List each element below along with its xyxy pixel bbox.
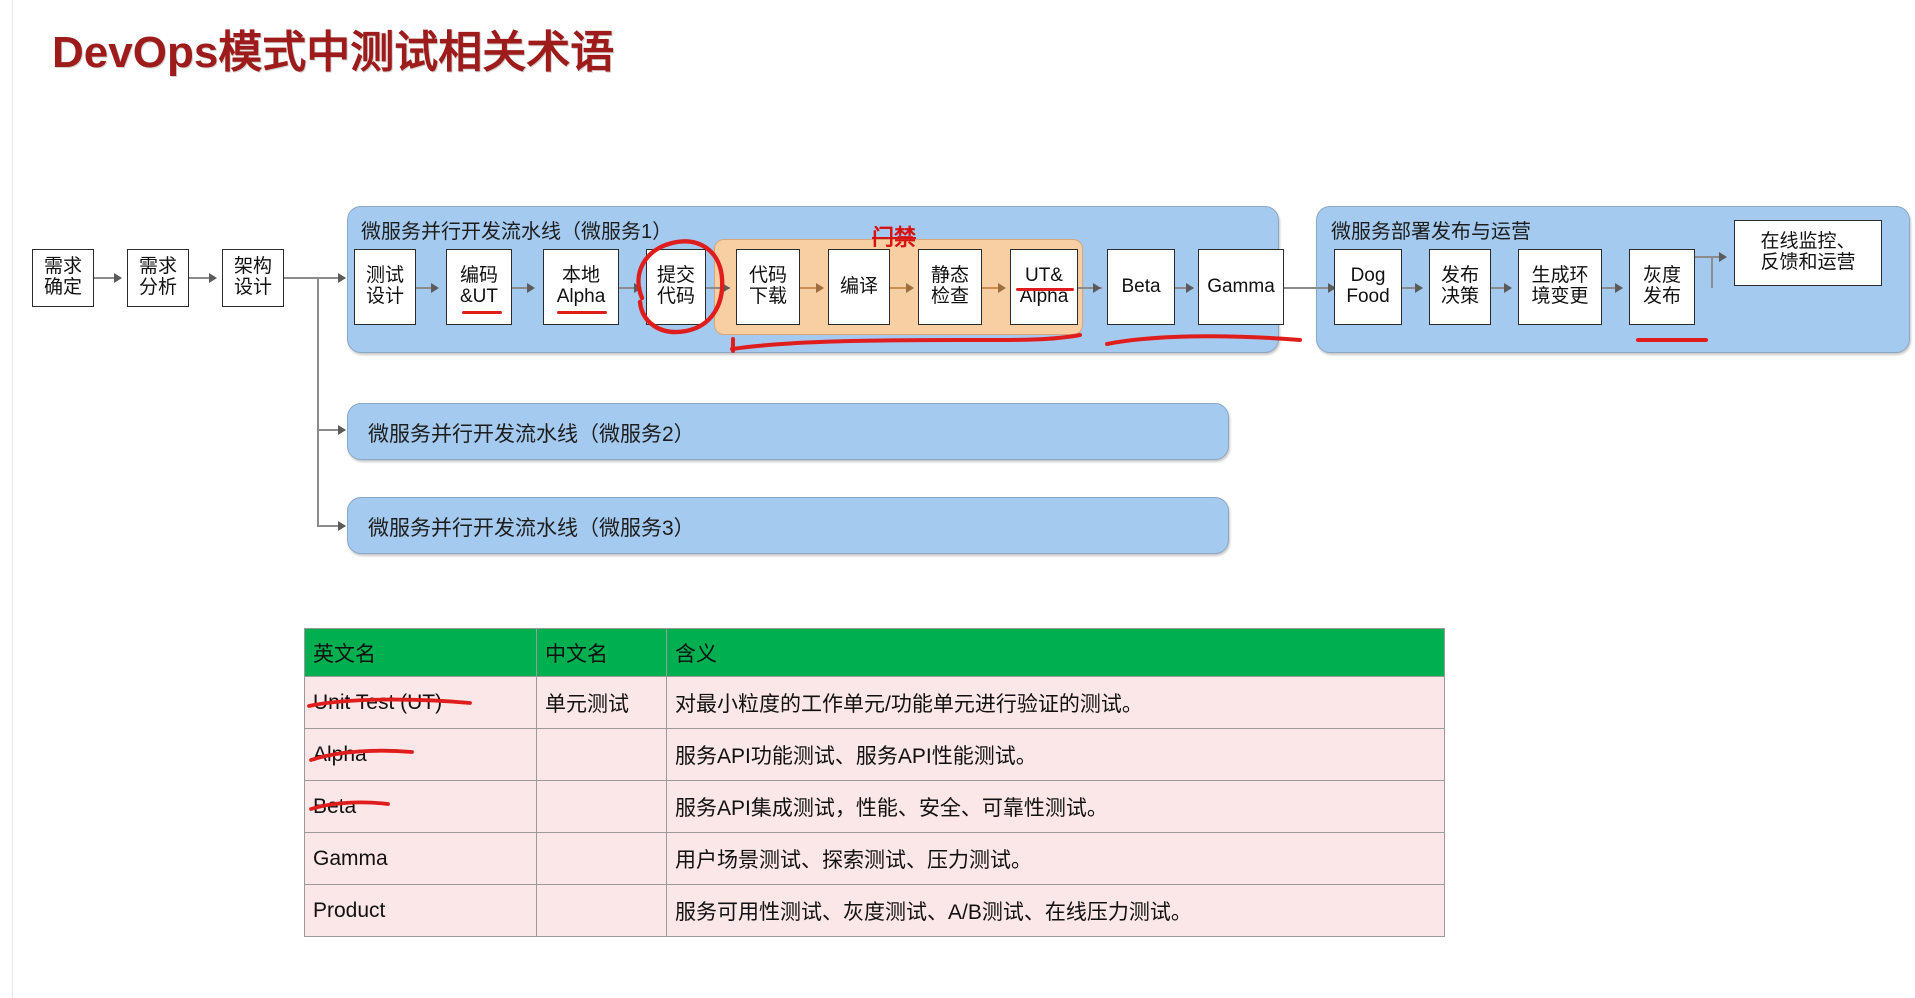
node-compile: 编译: [828, 249, 890, 325]
connector-gray-release-riser: [1711, 256, 1713, 288]
arrow-to-architecture-design: [209, 273, 217, 283]
table-header-meaning: 含义: [666, 628, 1445, 677]
connector-arch-bus-stem: [284, 277, 318, 279]
arrow-to-pipeline-2: [338, 425, 346, 435]
arrow-to-pipeline-3: [338, 521, 346, 531]
page-title: DevOps模式中测试相关术语: [52, 28, 615, 77]
arrow-to-local-alpha: [527, 283, 535, 293]
arrow-to-requirement-analysis: [114, 273, 122, 283]
arrow-to-gray-release: [1615, 283, 1623, 293]
table-row: Beta 服务API集成测试，性能、安全、可靠性测试。: [304, 780, 1445, 833]
table-cell-english-name: Beta: [304, 780, 537, 833]
arrow-to-pipeline-1: [338, 273, 346, 283]
node-beta: Beta: [1107, 249, 1175, 325]
table-row: Product 服务可用性测试、灰度测试、A/B测试、在线压力测试。: [304, 884, 1445, 937]
slide-left-rail: [6, 0, 13, 998]
ink-underline-local-alpha: [557, 311, 607, 315]
arrow-to-static-check: [906, 283, 914, 293]
table-cell-chinese-name: 单元测试: [536, 676, 667, 729]
table-cell-english-name: Gamma: [304, 832, 537, 885]
terms-table: 英文名 中文名 含义 Unit Test (UT) 单元测试 对最小粒度的工作单…: [304, 628, 1445, 937]
node-architecture-design: 架构 设计: [222, 249, 284, 307]
table-cell-chinese-name: [536, 884, 667, 937]
arrow-to-online-monitoring: [1719, 252, 1727, 262]
connector-pipeline1-to-deploy: [1279, 287, 1335, 289]
node-dog-food: Dog Food: [1334, 249, 1402, 325]
node-requirement-analysis: 需求 分析: [127, 249, 189, 307]
slide-canvas: DevOps模式中测试相关术语 需求 确定 需求 分析 架构 设计 微服务并行开…: [0, 0, 1915, 998]
node-static-check: 静态 检查: [918, 249, 982, 325]
table-cell-english-name: Unit Test (UT): [304, 676, 537, 729]
arrow-to-code-download: [722, 283, 730, 293]
node-online-monitoring: 在线监控、 反馈和运营: [1734, 220, 1882, 286]
node-env-change: 生成环 境变更: [1518, 249, 1602, 325]
table-cell-english-name: Alpha: [304, 728, 537, 781]
ink-label-gate: 门禁: [872, 220, 917, 252]
table-cell-chinese-name: [536, 728, 667, 781]
table-cell-meaning: 服务API功能测试、服务API性能测试。: [666, 728, 1445, 781]
table-header-chinese-name: 中文名: [536, 628, 667, 677]
arrow-to-commit-code: [634, 283, 642, 293]
ink-underline-gray-release: [1636, 338, 1708, 342]
panel-title-microservice-3: 微服务并行开发流水线（微服务3）: [368, 517, 695, 540]
arrow-to-release-decision: [1415, 283, 1423, 293]
node-release-decision: 发布 决策: [1429, 249, 1491, 325]
table-cell-meaning: 对最小粒度的工作单元/功能单元进行验证的测试。: [666, 676, 1445, 729]
arrow-to-env-change: [1504, 283, 1512, 293]
arrow-to-ut-alpha: [998, 283, 1006, 293]
arrow-to-beta: [1093, 283, 1101, 293]
node-test-design: 测试 设计: [354, 249, 416, 325]
node-requirement-confirm: 需求 确定: [32, 249, 94, 307]
table-cell-chinese-name: [536, 832, 667, 885]
connector-arch-bus-vertical: [317, 277, 319, 526]
ink-strike-gate: [872, 236, 917, 239]
table-cell-english-name: Product: [304, 884, 537, 937]
node-commit-code: 提交 代码: [646, 249, 706, 325]
panel-title-deploy-release-ops: 微服务部署发布与运营: [1331, 221, 1531, 243]
node-code-download: 代码 下载: [736, 249, 800, 325]
arrow-to-gamma: [1186, 283, 1194, 293]
table-cell-meaning: 服务可用性测试、灰度测试、A/B测试、在线压力测试。: [666, 884, 1445, 937]
table-header-row: 英文名 中文名 含义: [304, 628, 1445, 677]
panel-title-microservice-1: 微服务并行开发流水线（微服务1）: [361, 221, 673, 243]
table-row: Gamma 用户场景测试、探索测试、压力测试。: [304, 832, 1445, 885]
ink-underline-ut-alpha: [1016, 288, 1074, 292]
ink-underline-coding-ut: [462, 311, 502, 315]
table-row: Alpha 服务API功能测试、服务API性能测试。: [304, 728, 1445, 781]
table-row: Unit Test (UT) 单元测试 对最小粒度的工作单元/功能单元进行验证的…: [304, 676, 1445, 729]
node-gray-release: 灰度 发布: [1629, 249, 1695, 325]
panel-title-microservice-2: 微服务并行开发流水线（微服务2）: [368, 423, 695, 446]
table-cell-meaning: 服务API集成测试，性能、安全、可靠性测试。: [666, 780, 1445, 833]
node-ut-alpha: UT& Alpha: [1010, 249, 1078, 325]
table-cell-chinese-name: [536, 780, 667, 833]
table-cell-meaning: 用户场景测试、探索测试、压力测试。: [666, 832, 1445, 885]
arrow-to-coding-ut: [431, 283, 439, 293]
arrow-to-compile: [816, 283, 824, 293]
node-gamma: Gamma: [1198, 249, 1284, 325]
table-header-english-name: 英文名: [304, 628, 537, 677]
